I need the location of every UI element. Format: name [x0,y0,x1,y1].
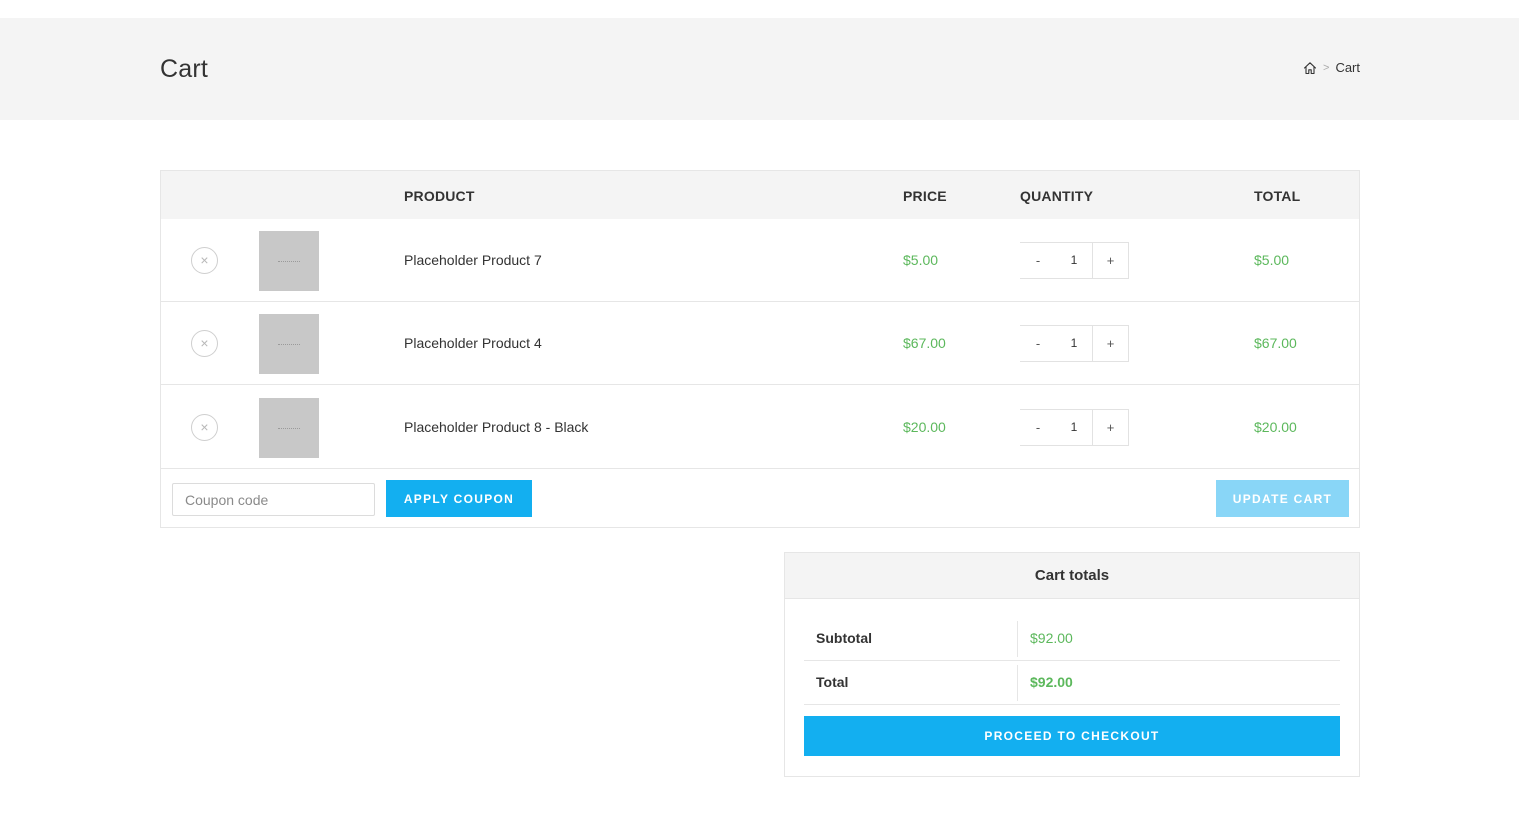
product-price: $5.00 [903,252,939,268]
divider [1017,665,1018,701]
home-icon[interactable] [1303,61,1317,75]
quantity-input[interactable] [1056,410,1092,445]
coupon-code-input[interactable] [172,483,375,516]
product-thumbnail[interactable] [259,314,319,374]
quantity-stepper: - + [1020,325,1129,362]
quantity-increase-button[interactable]: + [1092,243,1128,278]
quantity-increase-button[interactable]: + [1092,410,1128,445]
line-total: $67.00 [1254,335,1297,351]
remove-item-button[interactable]: × [191,330,218,357]
column-header-price: Price [903,188,947,204]
breadcrumb: > Cart [1303,60,1360,75]
page-title: Cart [160,55,209,83]
quantity-stepper: - + [1020,242,1129,279]
table-row: × Placeholder Product 4 $67.00 - + $67.0… [161,302,1359,385]
column-header-total: Total [1254,188,1301,204]
product-price: $20.00 [903,419,946,435]
total-row: Total $92.00 [804,661,1340,705]
cart-table-header: Product Price Quantity Total [161,171,1359,219]
proceed-to-checkout-button[interactable]: Proceed to checkout [804,716,1340,756]
apply-coupon-button[interactable]: Apply coupon [386,480,532,517]
product-thumbnail[interactable] [259,231,319,291]
column-header-quantity: Quantity [1020,188,1094,204]
subtotal-label: Subtotal [816,630,872,646]
cart-totals: Cart totals Subtotal $92.00 Total $92.00… [784,552,1360,777]
cart-actions: Apply coupon Update cart [161,469,1359,527]
quantity-increase-button[interactable]: + [1092,326,1128,361]
divider [1017,621,1018,657]
table-row: × Placeholder Product 7 $5.00 - + $5.00 [161,219,1359,302]
cart-totals-title: Cart totals [785,553,1359,599]
total-label: Total [816,674,849,690]
quantity-input[interactable] [1056,326,1092,361]
page-header: Cart > Cart [0,18,1519,120]
quantity-decrease-button[interactable]: - [1020,326,1056,361]
product-thumbnail[interactable] [259,398,319,458]
product-name-link[interactable]: Placeholder Product 7 [404,252,542,268]
product-name-link[interactable]: Placeholder Product 4 [404,335,542,351]
cart-table: Product Price Quantity Total × Placehold… [160,170,1360,528]
line-total: $20.00 [1254,419,1297,435]
quantity-input[interactable] [1056,243,1092,278]
subtotal-row: Subtotal $92.00 [804,617,1340,661]
breadcrumb-separator: > [1323,61,1330,74]
line-total: $5.00 [1254,252,1290,268]
breadcrumb-current: Cart [1335,60,1360,75]
update-cart-button[interactable]: Update cart [1216,480,1349,517]
table-row: × Placeholder Product 8 - Black $20.00 -… [161,386,1359,469]
subtotal-value: $92.00 [1030,630,1073,646]
quantity-decrease-button[interactable]: - [1020,410,1056,445]
product-name-link[interactable]: Placeholder Product 8 - Black [404,419,588,435]
remove-item-button[interactable]: × [191,414,218,441]
column-header-product: Product [404,188,475,204]
product-price: $67.00 [903,335,946,351]
quantity-stepper: - + [1020,409,1129,446]
quantity-decrease-button[interactable]: - [1020,243,1056,278]
remove-item-button[interactable]: × [191,247,218,274]
total-value: $92.00 [1030,674,1073,690]
